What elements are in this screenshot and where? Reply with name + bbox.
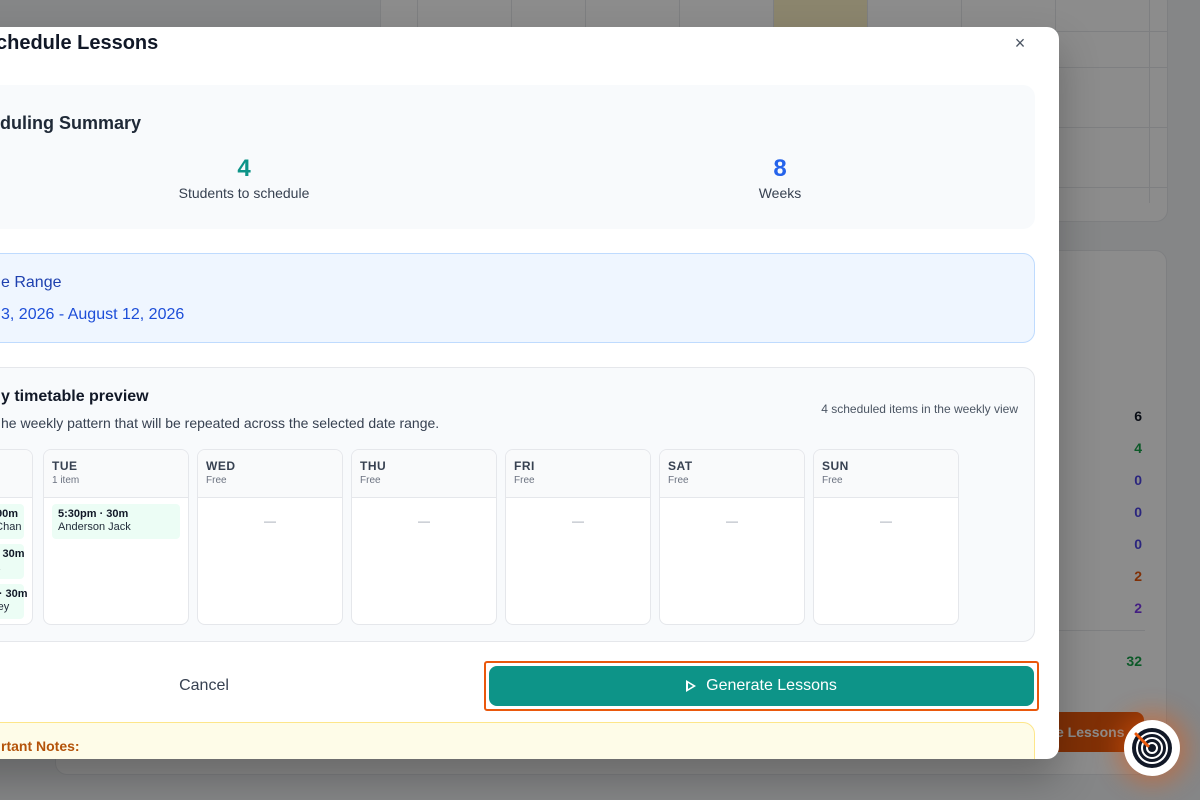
- modal-title: chedule Lessons: [0, 32, 159, 54]
- day-meta: Free: [668, 475, 689, 486]
- scheduling-summary-card: duling Summary 4 Students to schedule 8 …: [0, 85, 1035, 229]
- students-count: 4: [237, 155, 251, 182]
- day-column-sat: SAT Free —: [659, 449, 805, 625]
- generate-button-highlight: Generate Lessons: [484, 661, 1039, 711]
- lesson-item[interactable]: n · 90m e Chan: [0, 504, 24, 539]
- day-meta: Free: [514, 475, 535, 486]
- preview-title: y timetable preview: [1, 388, 149, 405]
- day-name: SAT: [668, 459, 693, 473]
- weeks-count: 8: [773, 155, 787, 182]
- day-column-sun: SUN Free —: [813, 449, 959, 625]
- lesson-time: n · 90m: [0, 508, 18, 520]
- day-name: SUN: [822, 459, 849, 473]
- close-icon[interactable]: ×: [1009, 32, 1031, 54]
- lesson-student: Anderson Jack: [58, 521, 131, 533]
- notes-title: rtant Notes:: [1, 738, 80, 754]
- lesson-item[interactable]: m · 30m avey: [0, 584, 28, 619]
- cancel-button[interactable]: Cancel: [104, 667, 304, 705]
- day-column-wed: WED Free —: [197, 449, 343, 625]
- day-meta: Free: [822, 475, 843, 486]
- day-column-thu: THU Free —: [351, 449, 497, 625]
- day-column-fri: FRI Free —: [505, 449, 651, 625]
- day-name: FRI: [514, 459, 535, 473]
- lesson-item[interactable]: n · 30m sla: [0, 544, 25, 579]
- important-notes-card: rtant Notes:: [0, 722, 1035, 759]
- day-name: WED: [206, 459, 236, 473]
- day-header: WED Free: [198, 450, 342, 498]
- day-header: SAT Free: [660, 450, 804, 498]
- assistant-launcher[interactable]: [1124, 720, 1180, 776]
- schedule-lessons-modal: chedule Lessons × duling Summary 4 Stude…: [0, 27, 1059, 759]
- empty-day-dash: —: [264, 514, 276, 528]
- students-label: Students to schedule: [178, 185, 310, 201]
- lesson-student: e Chan: [0, 521, 22, 533]
- empty-day-dash: —: [418, 514, 430, 528]
- spiral-logo-icon: [1132, 728, 1172, 768]
- empty-day-dash: —: [572, 514, 584, 528]
- weeks-label: Weeks: [758, 185, 802, 201]
- day-header: SUN Free: [814, 450, 958, 498]
- day-meta: Free: [206, 475, 227, 486]
- generate-lessons-button[interactable]: Generate Lessons: [489, 666, 1034, 706]
- empty-day-dash: —: [880, 514, 892, 528]
- lesson-item[interactable]: 5:30pm · 30m Anderson Jack: [52, 504, 180, 539]
- summary-title: duling Summary: [0, 113, 142, 133]
- students-stat: 4 Students to schedule: [94, 155, 394, 201]
- day-column-tue: TUE 1 item 5:30pm · 30m Anderson Jack: [43, 449, 189, 625]
- date-range-card: e Range 3, 2026 - August 12, 2026: [0, 253, 1035, 343]
- day-meta: 1 item: [52, 475, 80, 486]
- day-column-mon: n · 90m e Chan n · 30m sla m · 30m avey: [0, 449, 33, 625]
- date-range-value: 3, 2026 - August 12, 2026: [1, 306, 185, 323]
- lesson-time: 5:30pm · 30m: [58, 508, 129, 520]
- play-icon: [686, 680, 697, 692]
- day-name: TUE: [52, 459, 78, 473]
- lesson-student: avey: [0, 601, 10, 613]
- lesson-time: n · 30m: [0, 548, 25, 560]
- day-header: [0, 450, 32, 498]
- empty-day-dash: —: [726, 514, 738, 528]
- day-meta: Free: [360, 475, 381, 486]
- day-header: TUE 1 item: [44, 450, 188, 498]
- day-header: FRI Free: [506, 450, 650, 498]
- lesson-student: sla: [0, 561, 18, 573]
- preview-subtitle: he weekly pattern that will be repeated …: [1, 415, 440, 431]
- lesson-time: m · 30m: [0, 588, 28, 600]
- scheduled-items-count: 4 scheduled items in the weekly view: [821, 402, 1018, 416]
- weeks-stat: 8 Weeks: [630, 155, 930, 201]
- day-header: THU Free: [352, 450, 496, 498]
- day-name: THU: [360, 459, 387, 473]
- timetable-preview-card: y timetable preview he weekly pattern th…: [0, 367, 1035, 642]
- date-range-label: e Range: [1, 274, 62, 291]
- generate-lessons-label: Generate Lessons: [706, 677, 837, 694]
